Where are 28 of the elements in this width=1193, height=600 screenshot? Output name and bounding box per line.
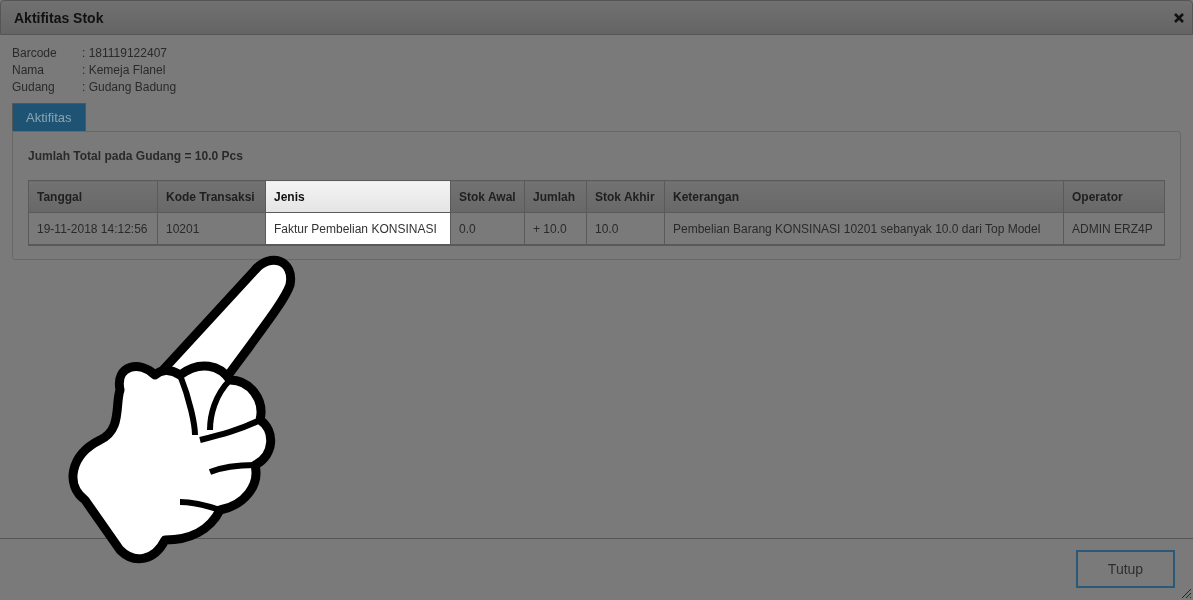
column-header: Kode Transaksi <box>157 180 266 213</box>
column-header: Operator <box>1063 180 1165 213</box>
tab[interactable]: Aktifitas <box>12 103 86 131</box>
table-cell: Pembelian Barang KONSINASI 10201 sebanyak 10.0 dari Top Model <box>664 212 1064 245</box>
table-cell: 0.0 <box>450 212 525 245</box>
column-header: Keterangan <box>664 180 1064 213</box>
info-value: : Kemeja Flanel <box>82 63 167 78</box>
dialog-title: Aktifitas Stok <box>14 9 104 26</box>
column-header: Stok Awal <box>450 180 525 213</box>
close-icon[interactable] <box>1174 12 1184 23</box>
table-cell: ADMIN ERZ4P <box>1063 212 1165 245</box>
table-cell: 10201 <box>157 212 266 245</box>
column-header: Tanggal <box>28 180 158 213</box>
column-header: Jumlah <box>524 180 587 213</box>
stock-total: Jumlah Total pada Gudang = 10.0 Pcs <box>28 149 244 163</box>
info-label: Gudang <box>12 80 56 95</box>
info-label: Nama <box>12 63 45 78</box>
column-header: Stok Akhir <box>586 180 665 213</box>
close-button[interactable]: Tutup <box>1076 549 1175 588</box>
table-cell: + 10.0 <box>524 212 587 245</box>
info-value: : 181119122407 <box>82 46 168 61</box>
info-value: : Gudang Badung <box>82 80 177 95</box>
table-cell: Faktur Pembelian KONSINASI <box>265 212 451 245</box>
info-label: Barcode <box>12 46 58 61</box>
resize-grip-icon[interactable] <box>1180 587 1192 599</box>
table-cell: 10.0 <box>586 212 665 245</box>
table-cell: 19-11-2018 14:12:56 <box>28 212 158 245</box>
column-header: Jenis <box>265 180 451 213</box>
